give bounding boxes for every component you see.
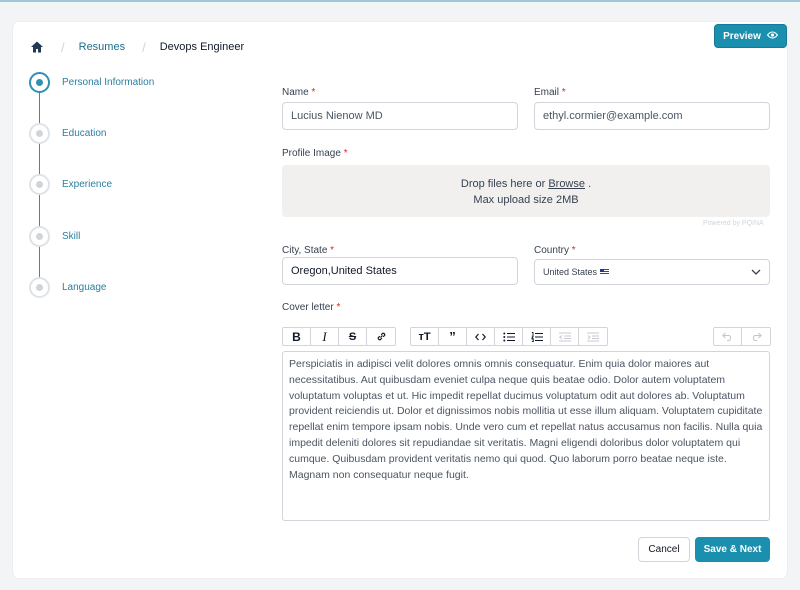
bold-icon[interactable]: B (283, 328, 311, 345)
cancel-button[interactable]: Cancel (638, 537, 690, 562)
step-experience[interactable]: Experience (29, 173, 112, 195)
cover-letter-editor[interactable]: Perspiciatis in adipisci velit dolores o… (282, 351, 770, 521)
step-education[interactable]: Education (29, 122, 106, 144)
powered-by-credit: Powered by PQINA (703, 220, 764, 227)
numbered-list-icon[interactable] (523, 328, 551, 345)
quote-icon[interactable]: ” (439, 328, 467, 345)
form-stepper: Personal Information Education Experienc… (29, 70, 229, 300)
toolbar-format-group: B I S (282, 327, 396, 346)
undo-icon[interactable] (714, 328, 742, 345)
step-personal-information[interactable]: Personal Information (29, 71, 154, 93)
step-skill[interactable]: Skill (29, 225, 80, 247)
preview-button-label: Preview (723, 30, 761, 42)
save-and-next-button[interactable]: Save & Next (695, 537, 770, 562)
strikethrough-icon[interactable]: S (339, 328, 367, 345)
step-indicator (29, 173, 50, 195)
link-icon[interactable] (367, 328, 395, 345)
breadcrumb-resumes-link[interactable]: Resumes (79, 41, 125, 53)
city-state-field[interactable]: Oregon,United States (282, 257, 518, 285)
step-indicator (29, 225, 50, 247)
top-accent-line (0, 0, 800, 2)
step-label: Education (62, 127, 107, 139)
redo-icon[interactable] (742, 328, 770, 345)
country-label: Country * (534, 245, 576, 256)
max-upload-size: Max upload size 2MB (473, 194, 579, 206)
step-label: Experience (62, 178, 113, 190)
italic-icon[interactable]: I (311, 328, 339, 345)
toolbar-history-group (713, 327, 771, 346)
step-indicator (29, 122, 50, 144)
preview-button[interactable]: Preview (714, 24, 787, 48)
email-field[interactable]: ethyl.cormier@example.com (534, 102, 770, 130)
city-label: City, State * (282, 245, 335, 256)
browse-link[interactable]: Browse (548, 178, 585, 190)
name-label: Name * (282, 87, 316, 98)
indent-icon[interactable] (579, 328, 607, 345)
dropzone-text: Drop files here or (460, 178, 546, 190)
cover-letter-label: Cover letter * (282, 302, 341, 313)
outdent-icon[interactable] (551, 328, 579, 345)
name-field[interactable]: Lucius Nienow MD (282, 102, 518, 130)
eye-icon (766, 31, 779, 42)
email-label: Email * (534, 87, 566, 98)
step-indicator (29, 71, 50, 93)
step-language[interactable]: Language (29, 276, 107, 298)
breadcrumb: / Resumes / Devops Engineer (30, 39, 244, 55)
breadcrumb-current: Devops Engineer (159, 41, 245, 53)
toolbar-block-group: тT ” (410, 327, 608, 346)
profile-image-label: Profile Image * (282, 148, 348, 159)
us-flag-icon (600, 269, 610, 275)
heading-icon[interactable]: тT (411, 328, 439, 345)
step-label: Skill (62, 230, 81, 242)
breadcrumb-separator: / (61, 39, 65, 55)
bullet-list-icon[interactable] (495, 328, 523, 345)
home-icon[interactable] (30, 40, 44, 54)
country-select[interactable]: United States (534, 259, 770, 285)
chevron-down-icon (751, 267, 761, 277)
country-value: United States (543, 267, 598, 277)
code-icon[interactable] (467, 328, 495, 345)
step-indicator (29, 276, 50, 298)
breadcrumb-separator: / (142, 39, 146, 55)
step-label: Personal Information (62, 76, 155, 88)
step-label: Language (62, 281, 107, 293)
file-dropzone[interactable]: Drop files here or Browse . Max upload s… (282, 165, 770, 217)
